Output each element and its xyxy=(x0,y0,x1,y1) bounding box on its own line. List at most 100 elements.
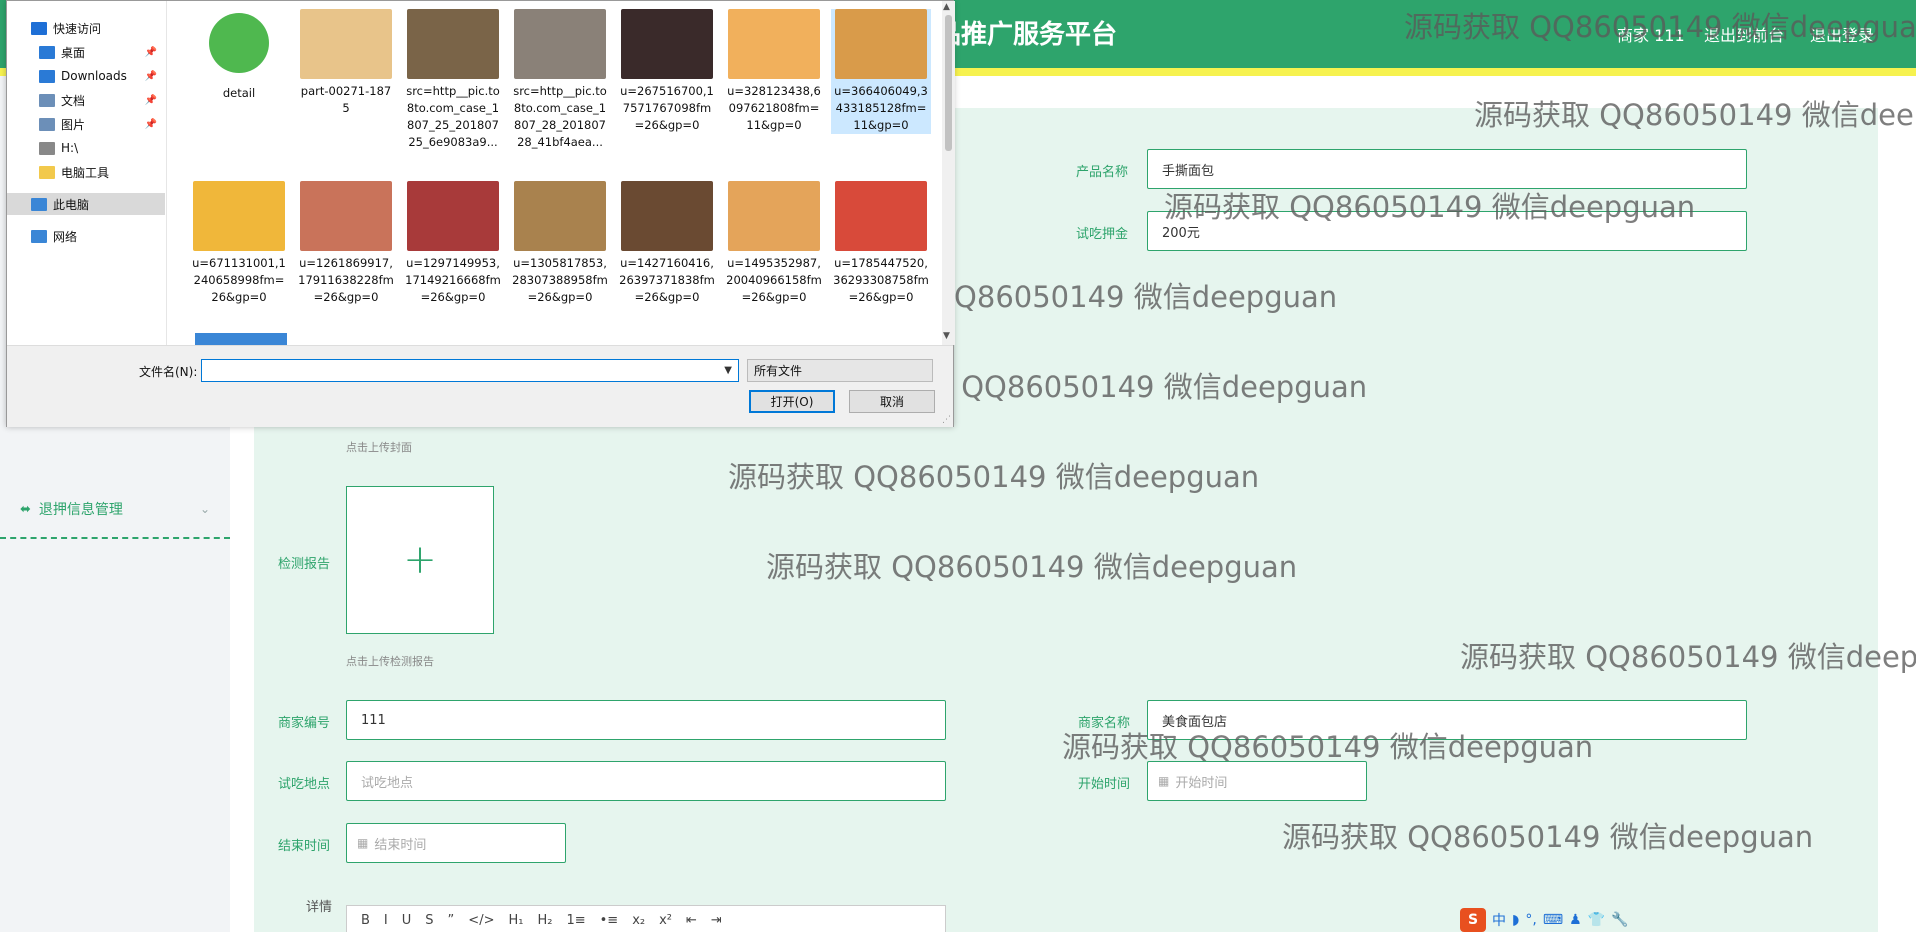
deposit-input[interactable]: 200元 xyxy=(1147,211,1747,251)
ime-tool-icon[interactable]: 中 xyxy=(1492,910,1506,930)
file-item[interactable]: u=328123438,6097621808fm=11&gp=0 xyxy=(724,9,824,134)
ime-tool-icon[interactable]: ◗ xyxy=(1512,912,1519,928)
file-item[interactable]: detail xyxy=(189,9,289,102)
nav-item[interactable]: 电脑工具 xyxy=(7,161,165,183)
editor-tool-button[interactable]: x₂ xyxy=(632,913,645,928)
open-button[interactable]: 打开(O) xyxy=(749,390,835,413)
current-user: 商家 111 xyxy=(1617,26,1685,45)
file-name: u=366406049,3433185128fm=11&gp=0 xyxy=(834,84,928,132)
desktop-icon xyxy=(39,45,55,59)
ime-tool-icon[interactable]: ⌨ xyxy=(1543,912,1563,928)
ime-tool-icon[interactable]: °, xyxy=(1525,912,1536,928)
editor-tool-button[interactable]: U xyxy=(402,913,412,928)
nav-item-label: 此电脑 xyxy=(53,197,90,212)
editor-tool-button[interactable]: ” xyxy=(448,913,455,928)
file-item[interactable]: u=1261869917,17911638228fm=26&gp=0 xyxy=(296,181,396,306)
nav-item[interactable]: 快速访问 xyxy=(7,17,165,39)
file-item[interactable]: u=366406049,3433185128fm=11&gp=0 xyxy=(831,9,931,134)
merchant-name-input[interactable]: 美食面包店 xyxy=(1147,700,1747,740)
editor-tool-button[interactable]: H₁ xyxy=(508,913,523,928)
nav-item[interactable]: 此电脑 xyxy=(7,193,165,215)
drive-icon xyxy=(39,141,55,155)
nav-item-label: H:\ xyxy=(61,141,79,155)
cancel-button[interactable]: 取消 xyxy=(849,390,935,413)
end-time-picker[interactable]: ▦ 结束时间 xyxy=(346,823,566,863)
file-item[interactable]: u=1427160416,26397371838fm=26&gp=0 xyxy=(617,181,717,306)
image-thumbnail xyxy=(835,181,927,251)
ime-tool-icon[interactable]: ♟ xyxy=(1569,912,1582,928)
document-icon xyxy=(39,93,55,107)
ime-toolbar[interactable]: S 中 ◗ °, ⌨ ♟ 👕 🔧 xyxy=(1460,908,1629,932)
image-thumbnail xyxy=(621,9,713,79)
file-name: u=1297149953,17149216668fm=26&gp=0 xyxy=(405,256,501,304)
details-label: 详情 xyxy=(306,900,333,915)
scroll-thumb[interactable] xyxy=(945,15,952,151)
file-name: u=267516700,17571767098fm=26&gp=0 xyxy=(620,84,714,132)
nav-item[interactable]: 桌面 📌 xyxy=(7,41,165,63)
html-file-icon xyxy=(209,13,269,73)
merchant-name-label: 商家名称 xyxy=(1078,716,1131,731)
calendar-icon: ▦ xyxy=(357,836,369,850)
editor-tool-button[interactable]: H₂ xyxy=(537,913,552,928)
nav-item-label: Downloads xyxy=(61,69,127,83)
editor-tool-button[interactable]: x² xyxy=(659,913,672,928)
report-upload-button[interactable]: + xyxy=(346,486,494,634)
editor-tool-button[interactable]: ⇥ xyxy=(711,913,722,928)
file-item[interactable]: u=267516700,17571767098fm=26&gp=0 xyxy=(617,9,717,134)
pictures-icon xyxy=(39,117,55,131)
image-thumbnail xyxy=(514,181,606,251)
sogou-logo-icon: S xyxy=(1460,908,1486,932)
image-thumbnail xyxy=(728,181,820,251)
file-type-filter[interactable]: 所有文件 xyxy=(747,359,933,382)
file-item[interactable]: u=671131001,1240658998fm=26&gp=0 xyxy=(189,181,289,306)
merchant-no-input[interactable]: 111 xyxy=(346,700,946,740)
calendar-icon: ▦ xyxy=(1158,774,1170,788)
editor-tool-button[interactable]: I xyxy=(384,913,388,928)
editor-tool-button[interactable]: S xyxy=(425,913,433,928)
nav-item[interactable]: 网络 xyxy=(7,225,165,247)
pin-icon: 📌 xyxy=(144,70,157,82)
filename-input[interactable]: ▼ xyxy=(201,359,739,382)
logout-link[interactable]: 退出登录 xyxy=(1810,22,1874,46)
editor-tool-button[interactable]: </> xyxy=(468,913,494,928)
ime-tool-icon[interactable]: 👕 xyxy=(1588,912,1605,928)
file-item[interactable]: u=1297149953,17149216668fm=26&gp=0 xyxy=(403,181,503,306)
dialog-file-list: detail part-00271-1875 src=http__pic.to8to… xyxy=(183,1,943,345)
platform-title: 品推广服务平台 xyxy=(935,20,1118,50)
editor-tool-button[interactable]: •≡ xyxy=(600,913,619,928)
product-name-input[interactable]: 手撕面包 xyxy=(1147,149,1747,189)
resize-grip-icon[interactable]: ⋰ xyxy=(942,415,951,425)
nav-item[interactable]: H:\ xyxy=(7,137,165,159)
chevron-down-icon[interactable]: ▼ xyxy=(724,365,732,376)
nav-item[interactable]: 文档 📌 xyxy=(7,89,165,111)
image-thumbnail[interactable] xyxy=(195,333,287,345)
sidebar-item-refund-deposit[interactable]: ⬌ 退押信息管理 ⌄ xyxy=(20,500,210,519)
ime-tool-icon[interactable]: 🔧 xyxy=(1611,912,1628,928)
nav-item[interactable]: Downloads 📌 xyxy=(7,65,165,87)
file-item[interactable]: part-00271-1875 xyxy=(296,9,396,117)
editor-tool-button[interactable]: B xyxy=(361,913,370,928)
file-name: part-00271-1875 xyxy=(300,84,392,115)
editor-tool-button[interactable]: ⇤ xyxy=(686,913,697,928)
file-item[interactable]: u=1305817853,28307388958fm=26&gp=0 xyxy=(510,181,610,306)
image-thumbnail xyxy=(514,9,606,79)
editor-tool-button[interactable]: 1≡ xyxy=(566,913,585,928)
nav-item[interactable]: 图片 📌 xyxy=(7,113,165,135)
rich-text-toolbar: B I U S ” </> H₁ H₂ 1≡ •≡ x₂ x² ⇤ ⇥ xyxy=(346,905,946,932)
network-icon xyxy=(31,229,47,243)
end-time-label: 结束时间 xyxy=(278,839,331,854)
scroll-down-icon[interactable]: ▼ xyxy=(943,331,950,341)
start-time-picker[interactable]: ▦ 开始时间 xyxy=(1147,761,1367,801)
back-to-frontend-link[interactable]: 退出到前台 xyxy=(1704,22,1784,46)
file-item[interactable]: u=1495352987,20040966158fm=26&gp=0 xyxy=(724,181,824,306)
download-icon xyxy=(39,69,55,83)
file-name: src=http__pic.to8to.com_case_1807_28_201… xyxy=(513,84,607,149)
deposit-label: 试吃押金 xyxy=(1076,227,1129,242)
image-thumbnail xyxy=(407,9,499,79)
location-input[interactable]: 试吃地点 xyxy=(346,761,946,801)
file-item[interactable]: src=http__pic.to8to.com_case_1807_28_201… xyxy=(510,9,610,151)
scroll-up-icon[interactable]: ▲ xyxy=(943,2,950,12)
file-item[interactable]: src=http__pic.to8to.com_case_1807_25_201… xyxy=(403,9,503,151)
file-item[interactable]: u=1785447520,36293308758fm=26&gp=0 xyxy=(831,181,931,306)
file-list-scrollbar[interactable]: ▲ ▼ xyxy=(942,1,955,345)
